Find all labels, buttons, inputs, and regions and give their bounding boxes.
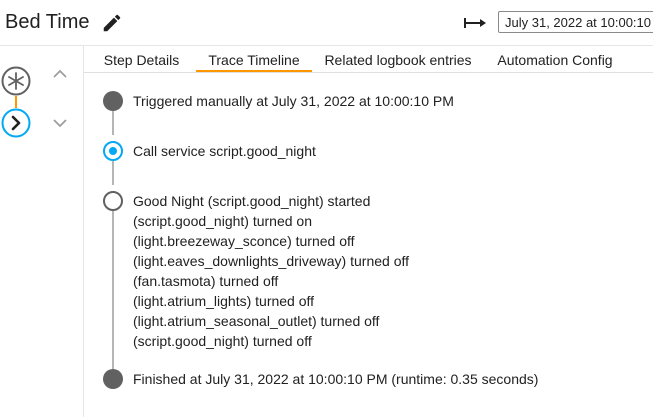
arrow-left-right-icon[interactable] bbox=[463, 16, 487, 30]
timeline-connector bbox=[112, 111, 114, 135]
page-title: Bed Time bbox=[5, 11, 90, 33]
timeline-entry-log: (script.good_night) turned off bbox=[133, 333, 312, 349]
timeline-entry-log: (light.eaves_downlights_driveway) turned… bbox=[133, 253, 410, 269]
chevron-down-icon[interactable] bbox=[51, 114, 69, 132]
timeline-connector bbox=[112, 161, 114, 185]
trace-timeline: Triggered manually at July 31, 2022 at 1… bbox=[84, 73, 653, 417]
timeline-entry-log: (light.atrium_lights) turned off bbox=[133, 293, 315, 309]
chevron-right-icon[interactable] bbox=[1, 108, 31, 138]
date-picker-input[interactable] bbox=[498, 11, 653, 33]
timeline-entry-log: (light.breezeway_sconce) turned off bbox=[133, 233, 355, 249]
timeline-entry-log: (light.atrium_seasonal_outlet) turned of… bbox=[133, 313, 380, 329]
finished-node bbox=[103, 369, 123, 389]
asterisk-icon[interactable] bbox=[1, 66, 31, 96]
pencil-icon[interactable] bbox=[101, 12, 123, 34]
timeline-entry-started: Good Night (script.good_night) started bbox=[133, 193, 371, 209]
timeline-entry-log: (script.good_night) turned on bbox=[133, 213, 312, 229]
trace-graph-sidebar bbox=[0, 46, 84, 417]
call-service-node[interactable] bbox=[103, 141, 123, 161]
timeline-entry-call-service: Call service script.good_night bbox=[133, 143, 316, 159]
tab-bar: Step Details Trace Timeline Related logb… bbox=[84, 46, 653, 73]
timeline-connector bbox=[112, 211, 114, 369]
tab-step-details[interactable]: Step Details bbox=[94, 46, 189, 72]
timeline-entry-triggered: Triggered manually at July 31, 2022 at 1… bbox=[133, 93, 454, 109]
timeline-entry-log: (fan.tasmota) turned off bbox=[133, 273, 279, 289]
header: Bed Time bbox=[0, 0, 653, 46]
timeline-entry-finished: Finished at July 31, 2022 at 10:00:10 PM… bbox=[133, 371, 539, 387]
script-started-node bbox=[103, 191, 123, 211]
tab-automation-config[interactable]: Automation Config bbox=[492, 46, 618, 72]
tab-related-logbook-entries[interactable]: Related logbook entries bbox=[320, 46, 476, 72]
graph-connector bbox=[15, 96, 17, 108]
tab-trace-timeline[interactable]: Trace Timeline bbox=[196, 46, 312, 72]
trigger-node bbox=[103, 91, 123, 111]
chevron-up-icon[interactable] bbox=[51, 65, 69, 83]
